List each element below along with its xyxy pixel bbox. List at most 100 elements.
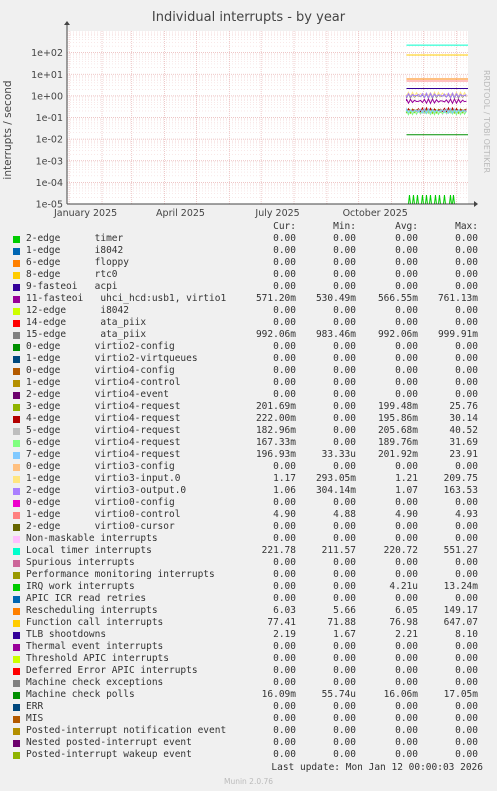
legend-name: Function call interrupts — [26, 617, 164, 628]
legend-cur: 222.00m — [255, 413, 296, 424]
legend-cur: 0.00 — [273, 341, 296, 352]
y-tick-label: 1e+02 — [31, 48, 63, 59]
legend-swatch — [13, 248, 20, 255]
legend-cur: 0.00 — [273, 305, 296, 316]
legend-max: 0.00 — [455, 725, 478, 736]
legend-max: 999.91m — [437, 329, 478, 340]
legend-min: 0.00 — [333, 389, 356, 400]
legend-max: 0.00 — [455, 377, 478, 388]
legend-max: 647.07 — [443, 617, 478, 628]
legend-swatch — [13, 500, 20, 507]
legend-swatch — [13, 728, 20, 735]
legend-min: 0.00 — [333, 569, 356, 580]
y-tick-label: 1e-01 — [36, 113, 63, 124]
legend-table: Cur: Min: Avg: Max: 2-edge timer 0.00 0.00… — [0, 221, 497, 761]
legend-max: 0.00 — [455, 497, 478, 508]
legend-name: Rescheduling interrupts — [26, 605, 158, 616]
legend-name: 7-edge virtio4-request — [26, 449, 181, 460]
legend-name: Performance monitoring interrupts — [26, 569, 215, 580]
legend-row: MIS 0.00 0.00 0.00 0.00 — [0, 713, 497, 725]
legend-row: 15-edge ata_piix 992.06m 983.46m 992.06m 999… — [0, 329, 497, 341]
legend-swatch — [13, 536, 20, 543]
legend-min: 0.00 — [333, 497, 356, 508]
legend-min: 0.00 — [333, 725, 356, 736]
y-tick-label: 1e-02 — [36, 135, 63, 146]
legend-name: Nested posted-interrupt event — [26, 737, 192, 748]
legend-avg: 16.06m — [383, 689, 418, 700]
legend-name: 2-edge timer — [26, 233, 124, 244]
legend-row: Spurious interrupts 0.00 0.00 0.00 0.00 — [0, 557, 497, 569]
legend-avg: 0.00 — [395, 521, 418, 532]
legend-min: 0.00 — [333, 365, 356, 376]
legend-name: Posted-interrupt notification event — [26, 725, 227, 736]
legend-row: 2-edge virtio3-output.0 1.06 304.14m 1.07 16… — [0, 485, 497, 497]
legend-cur: 0.00 — [273, 317, 296, 328]
legend-row: 8-edge rtc0 0.00 0.00 0.00 0.00 — [0, 269, 497, 281]
legend-max: 40.52 — [449, 425, 478, 436]
legend-swatch — [13, 584, 20, 591]
legend-row: 6-edge floppy 0.00 0.00 0.00 0.00 — [0, 257, 497, 269]
legend-name: 11-fasteoi uhci_hcd:usb1, virtio1 — [26, 293, 227, 304]
legend-swatch — [13, 260, 20, 267]
legend-swatch — [13, 692, 20, 699]
legend-cur: 0.00 — [273, 461, 296, 472]
legend-avg: 0.00 — [395, 641, 418, 652]
legend-min: 55.74u — [321, 689, 356, 700]
legend-min: 0.00 — [333, 737, 356, 748]
x-tick-label: October 2025 — [343, 208, 408, 219]
legend-min: 0.00 — [333, 341, 356, 352]
legend-cur: 1.06 — [273, 485, 296, 496]
legend-min: 1.67 — [333, 629, 356, 640]
legend-cur: 0.00 — [273, 725, 296, 736]
legend-row: Rescheduling interrupts 6.03 5.66 6.05 149.1… — [0, 605, 497, 617]
legend-cur: 167.33m — [255, 437, 296, 448]
legend-min: 0.00 — [333, 401, 356, 412]
legend-name: 2-edge virtio3-output.0 — [26, 485, 187, 496]
legend-swatch — [13, 668, 20, 675]
legend-avg: 76.98 — [389, 617, 418, 628]
legend-cur: 0.00 — [273, 677, 296, 688]
legend-swatch — [13, 284, 20, 291]
legend-min: 293.05m — [315, 473, 356, 484]
legend-rows: 2-edge timer 0.00 0.00 0.00 0.00 1-edge i8042… — [0, 233, 497, 761]
legend-swatch — [13, 680, 20, 687]
legend-avg: 199.48m — [377, 401, 418, 412]
legend-row: 1-edge virtio4-control 0.00 0.00 0.00 0.00 — [0, 377, 497, 389]
legend-name: Deferred Error APIC interrupts — [26, 665, 198, 676]
legend-max: 0.00 — [455, 353, 478, 364]
legend-row: Non-maskable interrupts 0.00 0.00 0.00 0.00 — [0, 533, 497, 545]
legend-max: 0.00 — [455, 533, 478, 544]
legend-row: Machine check polls 16.09m 55.74u 16.06m 17.… — [0, 689, 497, 701]
legend-cur: 0.00 — [273, 713, 296, 724]
legend-name: 15-edge ata_piix — [26, 329, 147, 340]
x-tick-label: January 2025 — [53, 208, 117, 219]
legend-row: 9-fasteoi acpi 0.00 0.00 0.00 0.00 — [0, 281, 497, 293]
legend-name: ERR — [26, 701, 44, 712]
legend-cur: 0.00 — [273, 389, 296, 400]
legend-row: Posted-interrupt notification event 0.00 0… — [0, 725, 497, 737]
legend-min: 0.00 — [333, 749, 356, 760]
legend-cur: 1.17 — [273, 473, 296, 484]
legend-cur: 0.00 — [273, 533, 296, 544]
legend-header-row: Cur: Min: Avg: Max: — [0, 221, 497, 233]
legend-swatch — [13, 236, 20, 243]
legend-cur: 77.41 — [267, 617, 296, 628]
legend-min: 304.14m — [315, 485, 356, 496]
legend-cur: 0.00 — [273, 245, 296, 256]
legend-min: 0.00 — [333, 593, 356, 604]
legend-max: 0.00 — [455, 737, 478, 748]
legend-avg: 0.00 — [395, 353, 418, 364]
legend-max: 0.00 — [455, 641, 478, 652]
chart-svg: 1e+021e+011e+001e-011e-021e-031e-041e-05… — [31, 21, 478, 219]
legend-cur: 196.93m — [255, 449, 296, 460]
legend-row: Machine check exceptions 0.00 0.00 0.00 0.00 — [0, 677, 497, 689]
legend-name: Thermal event interrupts — [26, 641, 164, 652]
legend-cur: 221.78 — [261, 545, 296, 556]
legend-swatch — [13, 392, 20, 399]
legend-row: 7-edge virtio4-request 196.93m 33.33u 201.9… — [0, 449, 497, 461]
y-tick-label: 1e+00 — [31, 91, 63, 102]
legend-cur: 6.03 — [273, 605, 296, 616]
legend-avg: 0.00 — [395, 341, 418, 352]
legend-name: Threshold APIC interrupts — [26, 653, 169, 664]
legend-max: 0.00 — [455, 713, 478, 724]
